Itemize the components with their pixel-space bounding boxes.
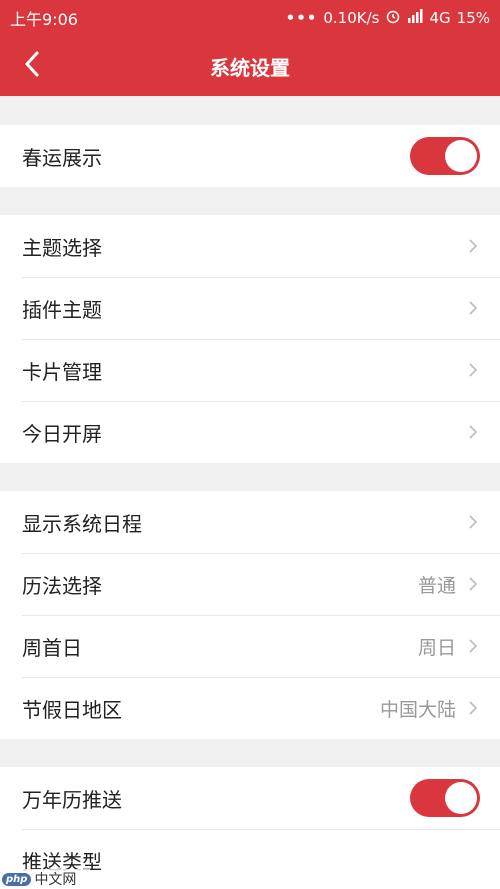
setting-row-calendar-push: 万年历推送 — [0, 767, 500, 829]
setting-row-theme-select[interactable]: 主题选择 — [0, 215, 500, 277]
chevron-right-icon — [466, 638, 480, 654]
toggle-knob — [445, 140, 477, 172]
chevron-left-icon — [24, 51, 40, 81]
net-speed: 0.10K/s — [323, 9, 380, 27]
setting-row-card-manage[interactable]: 卡片管理 — [0, 339, 500, 401]
app-header: 系统设置 — [0, 36, 500, 96]
setting-label: 主题选择 — [22, 235, 102, 260]
setting-label: 卡片管理 — [22, 359, 102, 384]
setting-row-week-start[interactable]: 周首日 周日 — [0, 615, 500, 677]
toggle-knob — [445, 782, 477, 814]
setting-label: 节假日地区 — [22, 697, 122, 722]
watermark-text: 中文网 — [34, 872, 77, 888]
alarm-icon — [385, 8, 401, 28]
chevron-right-icon — [466, 700, 480, 716]
battery-level: 15% — [456, 9, 490, 27]
chevron-right-icon — [466, 238, 480, 254]
status-indicators: ••• 0.10K/s 4G 15% — [286, 8, 490, 28]
setting-row-calendar-type[interactable]: 历法选择 普通 — [0, 553, 500, 615]
chevron-right-icon — [466, 300, 480, 316]
setting-label: 今日开屏 — [22, 421, 102, 446]
chevron-right-icon — [466, 514, 480, 530]
setting-value: 中国大陆 — [379, 698, 456, 721]
calendar-push-toggle[interactable] — [410, 779, 480, 817]
settings-group-calendar: 显示系统日程 历法选择 普通 周首日 周日 节假日地区 中国大陆 — [0, 491, 500, 739]
setting-label: 周首日 — [22, 635, 82, 660]
setting-row-holiday-region[interactable]: 节假日地区 中国大陆 — [0, 677, 500, 739]
status-time: 上午9:06 — [10, 10, 78, 29]
setting-value: 周日 — [417, 636, 456, 659]
chevron-right-icon — [466, 576, 480, 592]
setting-row-plugin-theme[interactable]: 插件主题 — [0, 277, 500, 339]
back-button[interactable] — [14, 48, 50, 84]
settings-group-spring: 春运展示 — [0, 125, 500, 187]
watermark-badge: php — [2, 872, 32, 886]
setting-row-today-splash[interactable]: 今日开屏 — [0, 401, 500, 463]
setting-label: 插件主题 — [22, 297, 102, 322]
signal-icon — [407, 9, 423, 27]
setting-label: 万年历推送 — [22, 787, 122, 812]
status-bar: 上午9:06 ••• 0.10K/s 4G 15% — [0, 0, 500, 36]
setting-label: 显示系统日程 — [22, 511, 142, 536]
network-type: 4G — [429, 9, 451, 27]
settings-group-theme: 主题选择 插件主题 卡片管理 今日开屏 — [0, 215, 500, 463]
setting-value: 普通 — [417, 574, 456, 597]
watermark: php 中文网 — [0, 869, 90, 889]
chevron-right-icon — [466, 362, 480, 378]
setting-row-spring-festival: 春运展示 — [0, 125, 500, 187]
setting-row-system-schedule[interactable]: 显示系统日程 — [0, 491, 500, 553]
setting-label: 春运展示 — [22, 145, 102, 170]
chevron-right-icon — [466, 424, 480, 440]
more-dots-icon: ••• — [285, 9, 318, 27]
spring-festival-toggle[interactable] — [410, 137, 480, 175]
page-title: 系统设置 — [210, 55, 290, 80]
setting-label: 历法选择 — [22, 573, 102, 598]
